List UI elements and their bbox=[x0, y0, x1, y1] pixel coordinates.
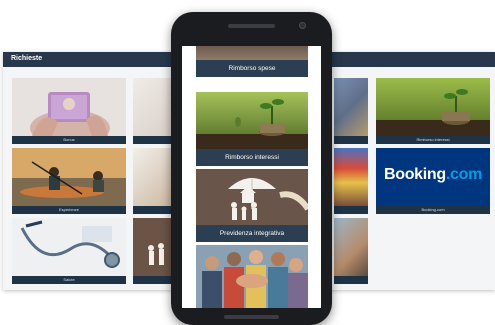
tile-booking[interactable]: Booking.com Booking.com bbox=[376, 148, 490, 214]
promo-image: Richieste Bonus Rimborso interessi Esper… bbox=[0, 0, 495, 325]
tile-partial-2[interactable] bbox=[334, 78, 368, 144]
tile-caption: Esperienze bbox=[12, 206, 126, 214]
team-hands-illustration bbox=[196, 245, 308, 308]
tile-image bbox=[12, 218, 126, 276]
camera-icon bbox=[299, 22, 306, 29]
hands-phone-illustration bbox=[12, 78, 126, 144]
tile-caption-bar bbox=[334, 206, 368, 214]
kayak-illustration bbox=[12, 148, 126, 206]
paper-family-illustration bbox=[133, 218, 173, 276]
tile-image bbox=[133, 148, 173, 206]
section-title: Richieste bbox=[11, 55, 43, 62]
card-caption: Rimborso spese bbox=[196, 60, 308, 77]
tile-caption: Bonus bbox=[12, 136, 126, 144]
tile-caption: Rimborso interessi bbox=[376, 136, 490, 144]
booking-logo: Booking.com bbox=[376, 148, 490, 206]
tile-image bbox=[133, 78, 173, 136]
tile-image bbox=[133, 218, 173, 276]
tile-caption-bar bbox=[133, 276, 173, 284]
card-image bbox=[196, 169, 308, 225]
phone-screen: Rimborso spese Rimborso interessi Previd… bbox=[182, 46, 321, 308]
tile-image bbox=[12, 78, 126, 144]
tile-caption: Booking.com bbox=[376, 206, 490, 214]
tile-partial-4[interactable] bbox=[334, 148, 368, 214]
card-caption: Rimborso interessi bbox=[196, 149, 308, 166]
tile-bonus[interactable]: Bonus bbox=[12, 78, 126, 144]
tile-image bbox=[334, 148, 368, 206]
phone-top-bezel bbox=[171, 12, 332, 46]
speaker-grille bbox=[228, 24, 275, 28]
card-image bbox=[196, 245, 308, 308]
tile-esperienze[interactable]: Esperienze bbox=[12, 148, 126, 214]
tile-image bbox=[376, 78, 490, 136]
tile-caption-bar bbox=[334, 136, 368, 144]
tile-partial-5[interactable] bbox=[133, 218, 173, 284]
umbrella-family-illustration bbox=[196, 169, 308, 225]
booking-logo-text: Booking bbox=[383, 166, 446, 183]
tile-caption-bar bbox=[334, 276, 368, 284]
stethoscope-illustration bbox=[12, 218, 126, 276]
tile-image bbox=[334, 78, 368, 136]
tile-salute[interactable]: Salute bbox=[12, 218, 126, 284]
tile-caption-bar bbox=[133, 136, 173, 144]
tile-rimborso-interessi[interactable]: Rimborso interessi bbox=[376, 78, 490, 144]
tile-image bbox=[334, 218, 368, 276]
smartphone: Rimborso spese Rimborso interessi Previd… bbox=[171, 12, 332, 325]
home-indicator[interactable] bbox=[224, 315, 279, 319]
plant-coins-illustration bbox=[376, 78, 490, 136]
mobile-card-rimborso-interessi[interactable]: Rimborso interessi bbox=[196, 92, 308, 166]
card-image bbox=[196, 46, 308, 60]
tile-partial-3[interactable] bbox=[133, 148, 173, 214]
booking-logo-suffix: .com bbox=[445, 166, 483, 183]
tile-caption: Salute bbox=[12, 276, 126, 284]
plant-coins-illustration bbox=[196, 92, 308, 149]
card-caption: Previdenza integrativa bbox=[196, 225, 308, 242]
mobile-card-rimborso-spese[interactable]: Rimborso spese bbox=[196, 46, 308, 77]
tile-partial-1[interactable] bbox=[133, 78, 173, 144]
tile-image bbox=[12, 148, 126, 206]
tile-partial-6[interactable] bbox=[334, 218, 368, 284]
card-image bbox=[196, 92, 308, 149]
mobile-card-team[interactable] bbox=[196, 245, 308, 308]
tile-caption-bar bbox=[133, 206, 173, 214]
mobile-card-previdenza[interactable]: Previdenza integrativa bbox=[196, 169, 308, 242]
